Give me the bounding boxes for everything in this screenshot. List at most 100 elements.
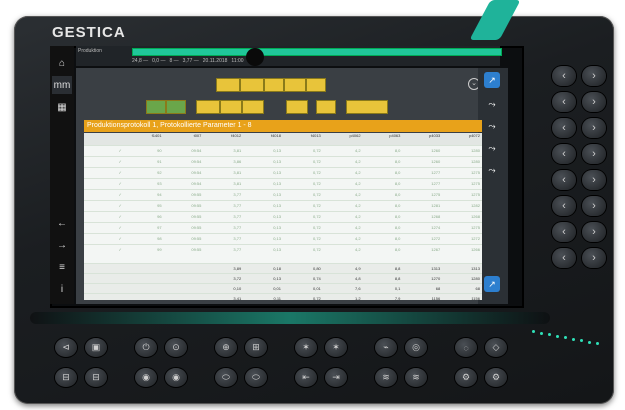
stat-cell: 8,8 [394,266,401,271]
row-check: ✓ [118,203,122,208]
stat-cell: 7,6 [355,286,361,291]
tool-icon[interactable]: ⤳ [484,118,500,134]
heat-icon[interactable]: ≋ [375,368,397,387]
column-header: f1401 [151,133,162,138]
table-row: ✓ 96 09:55 3,77 0,13 0,72 4,2 8,0 1268 1268 [84,211,482,222]
status-led [580,339,583,342]
auto-icon[interactable]: ⚙ [485,368,507,387]
table-cell: 98 [157,236,162,241]
mold-icon[interactable]: ▣ [85,338,107,357]
tool-icon[interactable]: ⤳ [484,140,500,156]
screw-icon[interactable]: ⊟ [55,368,77,387]
table-cell: 0,13 [273,170,281,175]
chevron-left-icon[interactable]: ‹ [552,66,576,86]
row-check: ✓ [118,192,122,197]
table-row: ✓ 98 09:55 3,77 0,13 0,72 4,2 8,0 1272 1272 [84,233,482,244]
injection-icon[interactable]: ⬭ [215,368,237,387]
tool-button[interactable] [264,78,284,92]
chevron-right-icon[interactable]: › [582,196,606,216]
stack-icon[interactable]: ≡ [52,258,72,276]
mode-button[interactable] [242,100,264,114]
tool-button[interactable] [240,78,264,92]
stat-cell: 1156 [471,296,480,301]
chevron-left-icon[interactable]: ‹ [552,248,576,268]
clamp-icon[interactable]: ⊲ [55,338,77,357]
tool-button[interactable] [306,78,326,92]
injection-icon[interactable]: ⬭ [245,368,267,387]
table-cell: 0,13 [273,214,281,219]
info-icon[interactable]: i [52,280,72,298]
mode-button[interactable] [220,100,242,114]
table-cell: 95 [157,203,162,208]
chevron-right-icon[interactable]: › [582,222,606,242]
stat-cell [164,294,204,303]
chevron-left-icon[interactable]: ‹ [552,222,576,242]
chart-icon[interactable]: ↗ [484,276,500,292]
chevron-left-icon[interactable]: ‹ [552,92,576,112]
table-cell: 1272 [471,236,480,241]
chevron-left-icon[interactable]: ‹ [552,196,576,216]
motor-icon[interactable]: ◉ [165,368,187,387]
motor-icon[interactable]: ◉ [135,368,157,387]
tool-icon[interactable]: ⤳ [484,162,500,178]
stats-body: 3,89 0,18 0,80 4,9 8,8 1313 1313 3,72 0,13 0,74 4,… [84,263,482,303]
grid-icon[interactable]: ▦ [52,98,72,116]
table-cell: 3,77 [233,203,242,208]
cycle-icon[interactable]: ◌ [455,338,477,357]
table-cell: 4,2 [355,170,361,175]
arrow-left-icon[interactable]: ← [52,214,72,232]
unit-back-icon[interactable]: ⇥ [325,368,347,387]
chevron-right-icon[interactable]: › [582,144,606,164]
chevron-left-icon[interactable]: ‹ [552,170,576,190]
diamond-icon[interactable]: ◇ [485,338,507,357]
chevron-right-icon[interactable]: › [582,248,606,268]
chevron-left-icon[interactable]: ‹ [552,118,576,138]
chevron-left-icon[interactable]: ‹ [552,144,576,164]
top-left-label: Produktion [78,48,102,54]
mode-button[interactable] [286,100,308,114]
chevron-right-icon[interactable]: › [582,170,606,190]
tool-button[interactable] [284,78,306,92]
mode-button[interactable] [196,100,220,114]
table-cell: 1268 [471,214,480,219]
power-icon[interactable]: ⏻ [135,338,157,357]
stat-row: 3,72 0,13 0,74 4,8 8,8 1270 1280 [84,273,482,283]
heater-icon[interactable]: ⊕ [215,338,237,357]
mode-button[interactable] [166,100,186,114]
table-cell: 8,0 [394,247,401,252]
chevron-right-icon[interactable]: › [582,92,606,112]
mode-button[interactable] [316,100,336,114]
fan-icon[interactable]: ✶ [295,338,317,357]
mode-button[interactable] [146,100,166,114]
unit-forward-icon[interactable]: ⇤ [295,368,317,387]
mold-icon[interactable]: ◎ [405,338,427,357]
chevron-right-icon[interactable]: › [582,66,606,86]
stat-label [84,274,124,283]
tool-button[interactable] [216,78,240,92]
fan-icon[interactable]: ✶ [325,338,347,357]
column-header [84,133,124,145]
chart-icon[interactable]: ↗ [484,72,500,88]
motor-icon[interactable]: ⊙ [165,338,187,357]
table-cell: 1275 [471,181,480,186]
arrow-right-icon[interactable]: → [52,236,72,254]
mode-button[interactable] [346,100,388,114]
table-row: ✓ 94 09:55 3,77 0,13 0,72 4,2 8,0 1275 1275 [84,189,482,200]
mm-button[interactable]: mm [52,76,72,94]
stat-row: 3,41 0,11 0,72 1,2 7,9 1156 1156 [84,293,482,303]
ejector-icon[interactable]: ⊞ [245,338,267,357]
nozzle-icon[interactable]: ⌁ [375,338,397,357]
tool-icon[interactable]: ⤳ [484,96,500,112]
chevron-right-icon[interactable]: › [582,118,606,138]
home-icon[interactable]: ⌂ [52,54,72,72]
heat-icon[interactable]: ≋ [405,368,427,387]
column-header: f4018 [270,133,281,138]
table-row: ✓ 95 09:55 3,77 0,13 0,72 4,2 8,0 1281 1282 [84,200,482,211]
table-cell: 1281 [431,203,441,208]
stat-cell: 0,18 [273,266,281,271]
table-cell: 1260 [431,159,441,164]
table-cell: 8,0 [394,148,401,153]
auto-icon[interactable]: ⚙ [455,368,477,387]
stat-cell: 1156 [431,296,441,301]
screw-icon[interactable]: ⊟ [85,368,107,387]
